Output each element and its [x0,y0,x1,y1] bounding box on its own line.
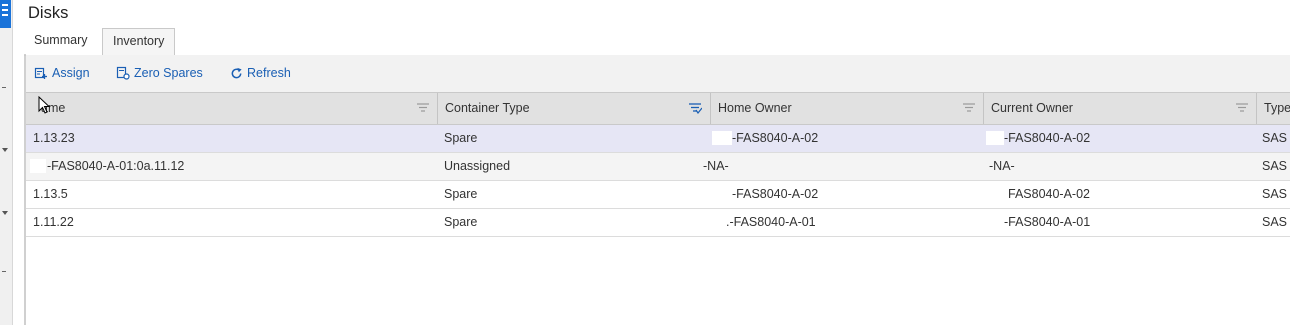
rail-marker [2,87,6,88]
tab-summary[interactable]: Summary [24,28,97,54]
column-header-container-type[interactable]: Container Type [438,93,711,124]
assign-icon [34,67,47,79]
cell-type: SAS [1262,131,1288,145]
refresh-button[interactable]: Refresh [230,66,291,80]
cell-name: 1.13.23 [33,131,75,145]
redaction-mask [30,159,46,173]
page-title: Disks [28,4,69,22]
zero-spares-label: Zero Spares [134,66,203,80]
cell-current-owner: FAS8040-A-02 [1008,187,1090,201]
cell-current-owner: -FAS8040-A-01 [1004,215,1091,229]
refresh-icon [231,67,242,78]
filter-icon[interactable] [1236,103,1248,113]
menu-icon[interactable] [0,0,11,28]
chevron-down-icon[interactable] [2,148,8,152]
cell-type: SAS [1262,187,1288,201]
zero-spares-icon [116,66,130,80]
assign-button[interactable]: Assign [34,66,90,80]
redaction-mask [712,131,732,145]
column-header-label: Type [1264,101,1290,115]
table-row[interactable]: 1.13.23 Spare -FAS8040-A-02 -FAS8040-A-0… [26,125,1290,153]
cell-container-type: Unassigned [444,159,511,173]
toolbar: Assign Zero Spares Refresh [26,55,1290,92]
table-row[interactable]: -FAS8040-A-01:0a.11.12 Unassigned -NA- -… [26,153,1290,181]
table-row[interactable]: 1.11.22 Spare .-FAS8040-A-01 -FAS8040-A-… [26,209,1290,237]
cell-container-type: Spare [444,131,478,145]
tab-strip: Summary Inventory [24,28,1290,56]
chevron-down-icon[interactable] [2,211,8,215]
filter-icon[interactable] [963,103,975,113]
cell-type: SAS [1262,215,1288,229]
cell-name: 1.11.22 [33,215,74,229]
assign-label: Assign [52,66,90,80]
left-nav-rail [0,0,13,325]
column-header-label: Current Owner [991,101,1073,115]
cell-name: -FAS8040-A-01:0a.11.12 [47,159,185,173]
filter-active-icon[interactable] [689,103,702,114]
cell-current-owner: -FAS8040-A-02 [1004,131,1091,145]
cell-container-type: Spare [444,215,478,229]
cell-name: 1.13.5 [33,187,68,201]
redaction-mask [986,131,1004,145]
zero-spares-button[interactable]: Zero Spares [116,66,203,80]
cell-home-owner: .-FAS8040-A-01 [726,215,816,229]
cell-home-owner: -FAS8040-A-02 [732,131,819,145]
cell-current-owner: -NA- [989,159,1015,173]
cell-home-owner: -NA- [703,159,729,173]
refresh-label: Refresh [247,66,291,80]
column-header-type[interactable]: Type [1257,93,1290,124]
cell-home-owner: -FAS8040-A-02 [732,187,819,201]
rail-marker [2,271,6,272]
cell-container-type: Spare [444,187,478,201]
filter-icon[interactable] [417,103,429,113]
column-header-current-owner[interactable]: Current Owner [984,93,1257,124]
table-row[interactable]: 1.13.5 Spare -FAS8040-A-02 FAS8040-A-02 … [26,181,1290,209]
cell-type: SAS [1262,159,1288,173]
column-header-home-owner[interactable]: Home Owner [711,93,984,124]
column-header-label: Container Type [445,101,530,115]
mouse-cursor-icon [38,96,51,114]
grid-header: ame Container Type Home Owner Current Ow… [26,92,1290,125]
tab-inventory[interactable]: Inventory [102,28,176,56]
column-header-name[interactable]: ame [26,93,438,124]
column-header-label: Home Owner [718,101,792,115]
